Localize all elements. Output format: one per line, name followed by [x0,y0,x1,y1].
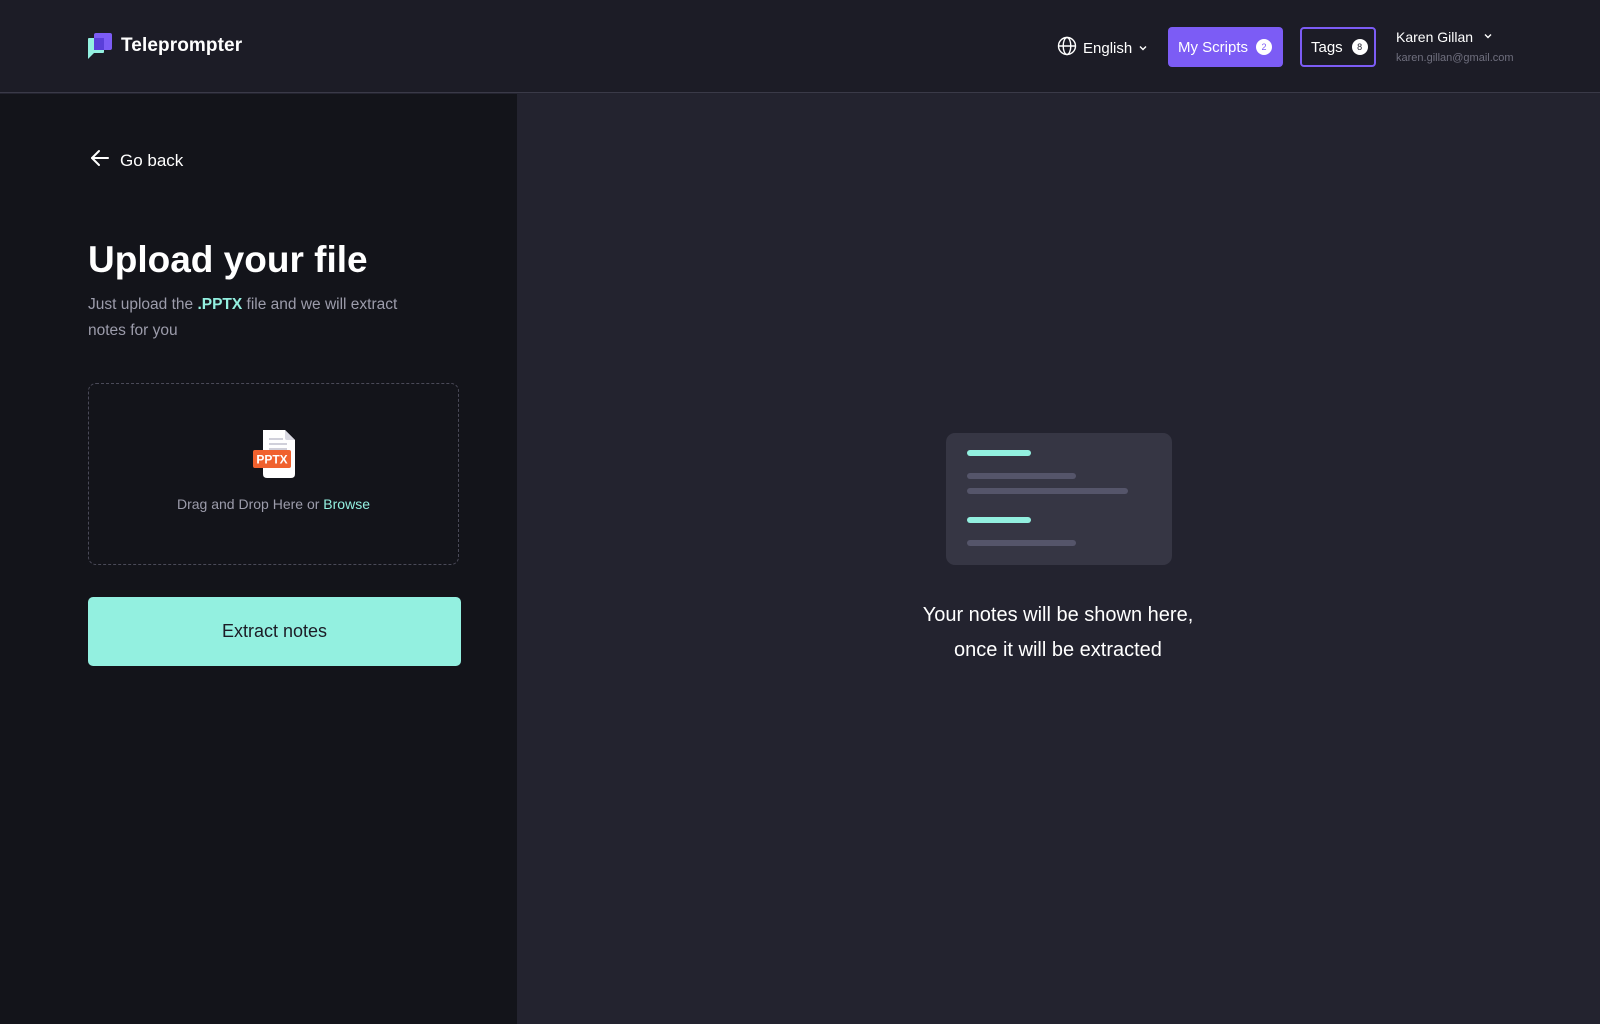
user-name: Karen Gillan [1396,29,1474,45]
tags-count-badge: 8 [1351,39,1368,55]
chevron-down-icon [1138,40,1148,58]
page-subtitle: Just upload the .PPTX file and we will e… [88,292,438,344]
dropzone-instruction: Drag and Drop Here or [177,496,324,512]
globe-icon [1057,36,1077,61]
user-email: karen.gillan@gmail.com [1396,52,1514,64]
placeholder-line [967,450,1031,456]
pptx-file-icon: PPTX [253,430,295,478]
empty-notes-message: Your notes will be shown here, once it w… [858,598,1258,668]
app-logo[interactable]: Teleprompter [88,33,242,59]
teleprompter-logo-icon [88,33,112,59]
empty-notes-line-2: once it will be extracted [954,639,1162,661]
my-scripts-label: My Scripts [1178,38,1249,56]
chevron-down-icon [1483,28,1493,46]
placeholder-line [967,488,1128,494]
upload-panel: Go back Upload your file Just upload the… [0,94,517,1024]
language-label: English [1083,40,1133,57]
extract-notes-label: Extract notes [221,621,328,641]
my-scripts-button[interactable]: My Scripts 2 [1168,27,1283,67]
extract-notes-button[interactable]: Extract notes [88,597,461,666]
tags-label: Tags [1311,38,1343,56]
subtitle-prefix: Just upload the [88,296,198,313]
notes-placeholder-illustration [946,433,1172,565]
user-menu[interactable]: Karen Gillan karen.gillan@gmail.com [1396,28,1514,64]
file-extension-highlight: .PPTX [197,296,243,313]
dropzone-text: Drag and Drop Here or Browse [89,496,458,512]
page-title: Upload your file [88,239,368,280]
my-scripts-count-badge: 2 [1256,39,1273,55]
tags-button[interactable]: Tags 8 [1300,27,1376,67]
go-back-link[interactable]: Go back [90,149,183,172]
arrow-left-icon [90,149,110,172]
top-header: Teleprompter English My Scripts 2 Tags 8… [0,0,1600,93]
go-back-label: Go back [120,150,184,170]
placeholder-line [967,540,1076,546]
placeholder-line [967,517,1031,523]
browse-link[interactable]: Browse [323,496,370,512]
app-title: Teleprompter [121,35,243,56]
empty-notes-line-1: Your notes will be shown here, [922,604,1194,626]
pptx-icon-label: PPTX [256,453,287,467]
placeholder-line [967,473,1076,479]
language-selector[interactable]: English [1057,36,1148,61]
file-dropzone[interactable]: PPTX Drag and Drop Here or Browse [88,383,459,565]
